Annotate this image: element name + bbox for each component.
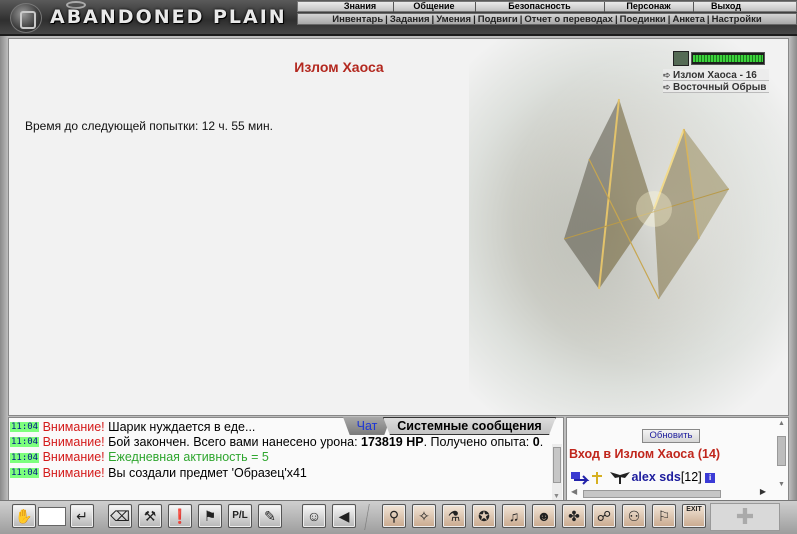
- hp-bar: [691, 52, 765, 65]
- chat-scrollbar[interactable]: ▼: [552, 444, 562, 500]
- nav-exit[interactable]: Выход: [694, 1, 758, 12]
- chat-line: 11:04 Внимание! Бой закончен. Всего вами…: [10, 435, 544, 450]
- creature-icon[interactable]: ✤: [562, 504, 586, 528]
- hand-icon[interactable]: ✋: [12, 504, 36, 528]
- subnav-skills[interactable]: Умения: [436, 14, 471, 25]
- scroll-icon[interactable]: ♫: [502, 504, 526, 528]
- info-icon[interactable]: i: [705, 472, 716, 483]
- mini-status: [673, 51, 769, 67]
- wings-icon: [609, 471, 630, 485]
- warning-icon[interactable]: ❗: [168, 504, 192, 528]
- flask-icon[interactable]: ⚗: [442, 504, 466, 528]
- bag-icon[interactable]: ⚲: [382, 504, 406, 528]
- speaker-icon[interactable]: ◀: [332, 504, 356, 528]
- game-window: ABANDONED PLAIN Знания Общение Безопасно…: [0, 0, 797, 534]
- refresh-button[interactable]: Обновить: [642, 429, 700, 443]
- enter-icon[interactable]: ↵: [70, 504, 94, 528]
- online-title: Вход в Излом Хаоса (14): [569, 447, 721, 461]
- player-nick[interactable]: alex sds: [631, 470, 680, 484]
- exits-list: ➪ Излом Хаоса - 16 ➪ Восточный Обрыв: [663, 69, 769, 93]
- compass-icon[interactable]: ✧: [412, 504, 436, 528]
- exit-link-1[interactable]: ➪ Излом Хаоса - 16: [663, 69, 769, 81]
- smile-icon[interactable]: ☺: [302, 504, 326, 528]
- puzzle-icon[interactable]: ✚: [710, 503, 780, 531]
- nav-security[interactable]: Безопасность: [476, 1, 603, 12]
- location-panel: Излом Хаоса Время до следующей попытки: …: [8, 38, 789, 416]
- online-panel: Обновить Вход в Излом Хаоса (14) alex sd…: [566, 417, 789, 501]
- arrow-right-icon: ➪: [663, 70, 671, 80]
- treasure-icon[interactable]: ✪: [472, 504, 496, 528]
- logo-wordmark: ABANDONED PLAIN: [50, 6, 287, 28]
- exit-link-2[interactable]: ➪ Восточный Обрыв: [663, 81, 769, 93]
- cross-icon: [590, 471, 609, 485]
- anvil-icon[interactable]: ⚒: [138, 504, 162, 528]
- subnav-transfers[interactable]: Отчет о переводах: [524, 14, 613, 25]
- mask-icon[interactable]: ☻: [532, 504, 556, 528]
- map-icon[interactable]: [673, 51, 689, 66]
- party-icon[interactable]: ⚇: [622, 504, 646, 528]
- pl-icon[interactable]: P/L: [228, 504, 252, 528]
- subnav-inventory[interactable]: Инвентарь: [332, 14, 383, 25]
- tools-icon[interactable]: ✎: [258, 504, 282, 528]
- location-art: [469, 39, 788, 415]
- arrow-right-icon: ➪: [663, 82, 671, 92]
- eraser-icon[interactable]: ⌫: [108, 504, 132, 528]
- chat-tabs: Чат Системные сообщения: [343, 417, 556, 435]
- subnav-achievements[interactable]: Подвиги: [478, 14, 518, 25]
- toolbar-divider: [363, 504, 371, 530]
- nav-knowledge[interactable]: Знания: [328, 1, 392, 12]
- subnav-profile[interactable]: Анкета: [672, 14, 704, 25]
- group-icon[interactable]: ☍: [592, 504, 616, 528]
- header: ABANDONED PLAIN Знания Общение Безопасно…: [0, 0, 797, 36]
- online-vscroll[interactable]: ▲ ▼: [776, 420, 788, 488]
- nav-character[interactable]: Персонаж: [605, 1, 692, 12]
- top-nav: Знания Общение Безопасность Персонаж Вых…: [297, 1, 797, 12]
- subnav-settings[interactable]: Настройки: [712, 14, 762, 25]
- nav-communication[interactable]: Общение: [394, 1, 474, 12]
- emblem-icon: [10, 3, 42, 33]
- retry-timer: Время до следующей попытки: 12 ч. 55 мин…: [25, 119, 273, 133]
- chat-input[interactable]: [38, 507, 66, 526]
- subnav-quests[interactable]: Задания: [390, 14, 430, 25]
- chat-line: 11:04 Внимание! Ежедневная активность = …: [10, 450, 269, 465]
- runner-icon[interactable]: ⚑: [198, 504, 222, 528]
- online-hscroll[interactable]: ◀ ▶: [569, 487, 774, 499]
- flag-icon[interactable]: ⚐: [652, 504, 676, 528]
- subnav-battles[interactable]: Поединки: [620, 14, 666, 25]
- clan-icon: [571, 471, 590, 485]
- exit-icon[interactable]: EXIT: [682, 504, 706, 528]
- chat-line: 11:04 Внимание! Вы создали предмет 'Обра…: [10, 465, 307, 480]
- toolbar: ✋ ↵ ⌫ ⚒ ❗ ⚑ P/L ✎ ☺ ◀ ⚲ ✧ ⚗ ✪ ♫ ☻ ✤ ☍ ⚇ …: [0, 500, 797, 534]
- sub-nav: Инвентарь | Задания | Умения | Подвиги | Отчет о…: [297, 13, 797, 25]
- player-row: alex sds[12] i: [571, 470, 716, 486]
- logo: ABANDONED PLAIN: [2, 1, 292, 35]
- main-frame: Излом Хаоса Время до следующей попытки: …: [0, 36, 797, 502]
- tab-chat[interactable]: Чат: [343, 417, 391, 435]
- tab-system-messages[interactable]: Системные сообщения: [383, 417, 556, 435]
- location-title: Излом Хаоса: [294, 59, 384, 75]
- player-level: [12]: [680, 470, 702, 484]
